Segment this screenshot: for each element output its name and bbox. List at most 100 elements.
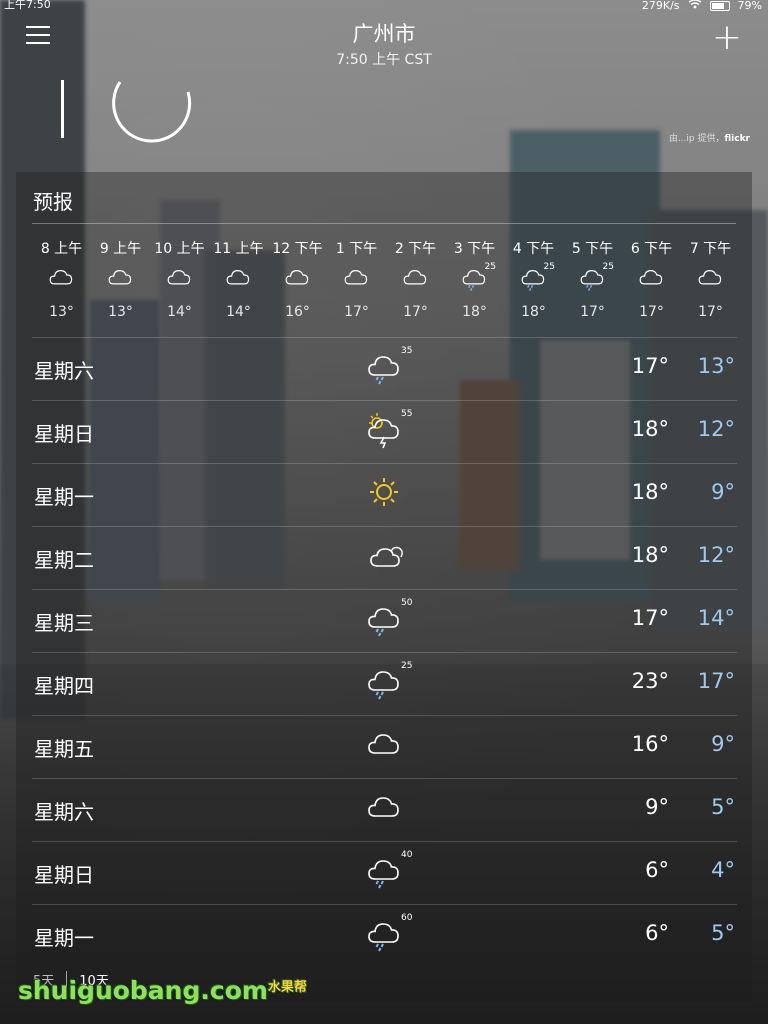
sun-icon	[364, 474, 406, 512]
precip-chance: 40	[401, 850, 413, 860]
hour-temperature: 14°	[226, 304, 251, 320]
day-name: 星期一	[34, 485, 94, 509]
hour-label: 7 下午	[689, 241, 732, 257]
hourly-item: 7 下午 17°	[681, 238, 740, 320]
high-temperature: 6°	[645, 921, 669, 945]
low-temperature: 9°	[711, 732, 735, 756]
hour-temperature: 18°	[462, 304, 487, 320]
photo-credit[interactable]: 由...ip 提供，flickr	[669, 131, 750, 144]
hour-label: 2 下午	[394, 241, 437, 257]
low-temperature: 12°	[697, 417, 735, 441]
rain-icon: 25	[504, 262, 563, 300]
daily-row[interactable]: 星期一 18° 9°	[32, 463, 737, 526]
hourly-item: 5 下午 25 17°	[563, 238, 622, 320]
hour-temperature: 17°	[403, 304, 428, 320]
cloud-icon	[150, 264, 209, 300]
cloudy-icon	[364, 537, 406, 575]
hour-label: 6 下午	[630, 241, 673, 257]
low-temperature: 5°	[711, 921, 735, 945]
low-temperature: 14°	[697, 606, 735, 630]
rain-icon: 25	[445, 262, 504, 300]
rain-icon	[364, 663, 406, 701]
high-temperature: 23°	[631, 669, 669, 693]
hourly-item: 10 上午 14°	[150, 238, 209, 320]
hourly-item: 3 下午 25 18°	[445, 238, 504, 320]
high-temperature: 9°	[645, 795, 669, 819]
cloud-icon	[386, 264, 445, 300]
cloud-icon	[268, 264, 327, 300]
network-speed: 279K/s	[641, 0, 680, 12]
cloud-icon	[622, 264, 681, 300]
low-temperature: 13°	[697, 354, 735, 378]
divider	[32, 223, 736, 224]
high-temperature: 18°	[631, 480, 669, 504]
cloud-icon	[91, 264, 150, 300]
battery-icon	[709, 0, 730, 11]
cloud-icon	[364, 726, 406, 764]
hour-temperature: 17°	[344, 304, 369, 320]
day-name: 星期四	[34, 674, 94, 698]
hour-label: 11 上午	[213, 241, 264, 257]
hour-temperature: 13°	[108, 304, 133, 320]
daily-row[interactable]: 星期六 9° 5°	[32, 778, 737, 841]
status-bar: 上午7:50 279K/s 79%	[0, 0, 768, 12]
watermark: shuiguobang.com水果帮	[18, 976, 307, 1005]
flickr-logo: flickr	[724, 134, 750, 144]
rain-icon	[364, 852, 406, 890]
precip-chance: 60	[401, 913, 413, 923]
hour-temperature: 18°	[521, 304, 546, 320]
precip-chance: 25	[543, 262, 555, 272]
hourly-item: 1 下午 17°	[327, 238, 386, 320]
day-name: 星期一	[34, 926, 94, 950]
rain-icon: 25	[563, 262, 622, 300]
high-temperature: 6°	[645, 858, 669, 882]
daily-row[interactable]: 星期日 55 18° 12°	[32, 400, 737, 463]
hour-label: 1 下午	[335, 241, 378, 257]
hour-temperature: 17°	[580, 304, 605, 320]
current-temperature	[58, 72, 198, 147]
low-temperature: 12°	[697, 543, 735, 567]
daily-row[interactable]: 星期二 18° 12°	[32, 526, 737, 589]
day-name: 星期三	[34, 611, 94, 635]
thunder-icon	[364, 411, 406, 449]
day-name: 星期日	[34, 863, 94, 887]
low-temperature: 17°	[697, 669, 735, 693]
hour-label: 5 下午	[571, 241, 614, 257]
daily-row[interactable]: 星期六 35 17° 13°	[32, 337, 737, 400]
daily-row[interactable]: 星期三 50 17° 14°	[32, 589, 737, 652]
hourly-item: 2 下午 17°	[386, 238, 445, 320]
hour-label: 4 下午	[512, 241, 555, 257]
forecast-panel: 预报 8 上午 13° 9 上午 13° 10 上午 14° 11 上午 14° 12 下午 16…	[16, 172, 752, 1002]
forecast-title: 预报	[33, 190, 73, 214]
local-time: 7:50 上午 CST	[336, 52, 432, 68]
wifi-icon	[688, 0, 702, 12]
cloud-icon	[209, 264, 268, 300]
rain-icon	[364, 348, 406, 386]
daily-row[interactable]: 星期日 40 6° 4°	[32, 841, 737, 904]
hourly-item: 6 下午 17°	[622, 238, 681, 320]
daily-row[interactable]: 星期四 25 23° 17°	[32, 652, 737, 715]
hour-temperature: 17°	[698, 304, 723, 320]
hourly-item: 12 下午 16°	[268, 238, 327, 320]
hour-label: 9 上午	[99, 241, 142, 257]
day-name: 星期六	[34, 359, 94, 383]
day-name: 星期二	[34, 548, 94, 572]
hour-label: 3 下午	[453, 241, 496, 257]
daily-row[interactable]: 星期五 16° 9°	[32, 715, 737, 778]
hour-label: 10 上午	[154, 241, 205, 257]
low-temperature: 4°	[711, 858, 735, 882]
hourly-forecast[interactable]: 8 上午 13° 9 上午 13° 10 上午 14° 11 上午 14° 12 下午 16° 1 …	[32, 238, 737, 332]
high-temperature: 17°	[631, 606, 669, 630]
hour-temperature: 16°	[285, 304, 310, 320]
high-temperature: 18°	[631, 417, 669, 441]
city-name: 广州市	[352, 22, 416, 46]
precip-chance: 25	[602, 262, 614, 272]
daily-row[interactable]: 星期一 60 6° 5°	[32, 904, 737, 967]
low-temperature: 9°	[711, 480, 735, 504]
precip-chance: 50	[401, 598, 413, 608]
precip-chance: 25	[484, 262, 496, 272]
hourly-item: 8 上午 13°	[32, 238, 91, 320]
status-time: 上午7:50	[4, 0, 51, 11]
day-name: 星期六	[34, 800, 94, 824]
rain-icon	[364, 915, 406, 953]
